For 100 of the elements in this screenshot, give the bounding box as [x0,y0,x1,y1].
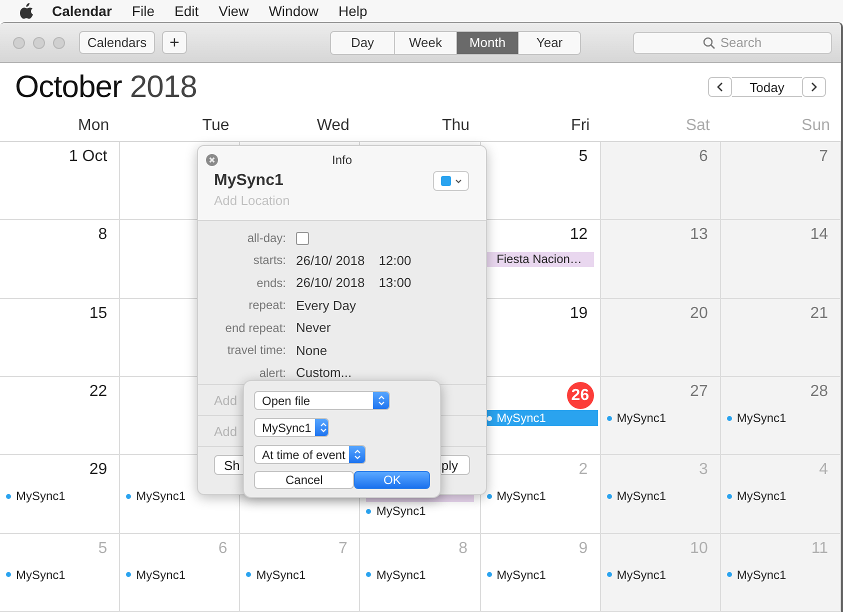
day-cell[interactable]: 22 [0,377,120,456]
field-value[interactable]: Every Day [296,298,356,313]
today-button[interactable]: Today [732,77,802,97]
date-value[interactable]: 26/10/ 2018 [296,252,365,268]
day-cell[interactable]: 4 MySync1 [720,455,841,534]
day-number: 19 [570,304,588,324]
day-cell[interactable]: 6 MySync1 [120,534,240,612]
day-cell[interactable]: 7 [720,142,841,220]
field-label: end repeat: [224,320,286,337]
weekday-label: Fri [570,117,591,135]
weekday-label: Wed [316,117,350,135]
today-badge: 26 [566,382,594,409]
all-day-event[interactable]: Fiesta Nacion… [486,252,594,268]
day-cell[interactable]: 10 MySync1 [600,534,721,612]
view-tab[interactable]: Month [456,32,518,54]
event-item[interactable]: MySync1 [720,488,840,504]
day-number: 8 [98,226,108,246]
weekday-label: Mon [77,117,110,135]
day-cell[interactable]: 15 [0,298,120,377]
day-cell[interactable]: 8 MySync1 [360,534,481,612]
day-cell[interactable]: 29 MySync1 [0,455,120,534]
weekday-label: Sat [684,117,711,135]
view-tab[interactable]: Day [331,32,394,54]
menu-item[interactable]: Help [338,3,368,19]
day-number: 21 [810,304,828,324]
day-cell[interactable]: 20 [600,298,721,377]
day-number: 22 [89,383,108,402]
day-number: 6 [218,540,228,559]
event-title[interactable]: MySync1 [214,172,284,190]
menu-item[interactable]: Calendar [52,3,112,19]
day-number: 1 Oct [68,148,108,167]
day-cell[interactable]: 11 MySync1 [720,534,841,612]
event-item[interactable]: MySync1 [600,566,720,583]
day-number: 20 [690,304,708,324]
field-label: travel time: [226,342,286,360]
field-label: repeat: [248,297,286,314]
day-number: 12 [570,226,588,246]
field-label: starts: [252,252,286,270]
time-value[interactable]: 13:00 [378,275,412,290]
day-number: 9 [578,540,588,559]
popup-select[interactable]: MySync1 [254,418,329,437]
day-number: 27 [690,383,708,402]
field-value[interactable]: Custom... [296,365,352,380]
field-label: ends: [256,274,286,292]
add-button[interactable]: + [162,31,187,54]
day-number: 10 [690,540,708,559]
day-number: 7 [819,148,828,167]
event-item[interactable]: MySync1 [120,488,240,504]
field-value[interactable]: None [296,342,328,358]
day-number: 28 [810,383,828,402]
field-label: alert: [258,364,286,382]
day-number: 3 [698,461,708,480]
event-item[interactable]: MySync1 [0,566,120,583]
event-item[interactable]: MySync1 [720,566,840,583]
day-cell[interactable]: 14 [720,220,841,299]
day-cell[interactable]: 8 [0,220,120,299]
event-item[interactable]: MySync1 [480,566,600,583]
view-tab[interactable]: Year [518,32,580,54]
view-tab[interactable]: Week [394,32,456,54]
event-item[interactable]: MySync1 [600,410,720,426]
time-value[interactable]: 12:00 [378,252,412,268]
day-number: 6 [698,148,708,167]
day-number: 11 [811,540,828,559]
weekday-label: Sun [800,117,831,135]
calendars-button[interactable]: Calendars [79,31,155,54]
popover-title: Info [330,152,353,167]
event-item[interactable]: MySync1 [360,566,480,583]
event-item[interactable]: MySync1 [480,488,600,504]
day-cell[interactable]: 28 MySync1 [720,377,841,456]
weekday-label: Tue [201,117,230,135]
day-cell[interactable]: 1 Oct [0,142,120,220]
menu-item[interactable]: File [132,3,154,19]
event-item[interactable]: MySync1 [120,566,240,583]
day-number: 8 [458,540,468,559]
day-cell[interactable]: 27 MySync1 [600,377,721,456]
cancel-button[interactable]: Cancel [254,471,354,489]
menu-item[interactable]: Edit [174,3,199,19]
weekday-label: Thu [440,117,471,135]
date-value[interactable]: 26/10/ 2018 [296,275,365,290]
event-item[interactable]: MySync1 [240,566,360,583]
field-value[interactable]: Never [296,320,331,336]
day-cell[interactable]: 3 MySync1 [600,455,721,534]
event-item[interactable]: MySync1 [600,488,720,504]
popup-select[interactable]: At time of event [254,445,366,464]
day-cell[interactable]: 5 MySync1 [0,534,120,612]
popup-select[interactable]: Open file [254,391,390,410]
day-number: 13 [690,226,708,246]
day-cell[interactable]: 13 [600,220,721,299]
day-number: 29 [89,461,108,480]
day-cell[interactable]: 6 [600,142,721,220]
event-item[interactable]: MySync1 [360,503,480,520]
menu-item[interactable]: Window [268,3,318,19]
event-item[interactable]: MySync1 [0,488,120,504]
day-cell[interactable]: 21 [720,298,841,377]
day-number: 5 [578,148,588,167]
day-number: 14 [810,226,828,246]
event-item[interactable]: MySync1 [720,410,840,426]
menu-item[interactable]: View [218,3,249,19]
field-label: all-day: [246,230,286,247]
day-cell[interactable]: 7 MySync1 [240,534,360,612]
